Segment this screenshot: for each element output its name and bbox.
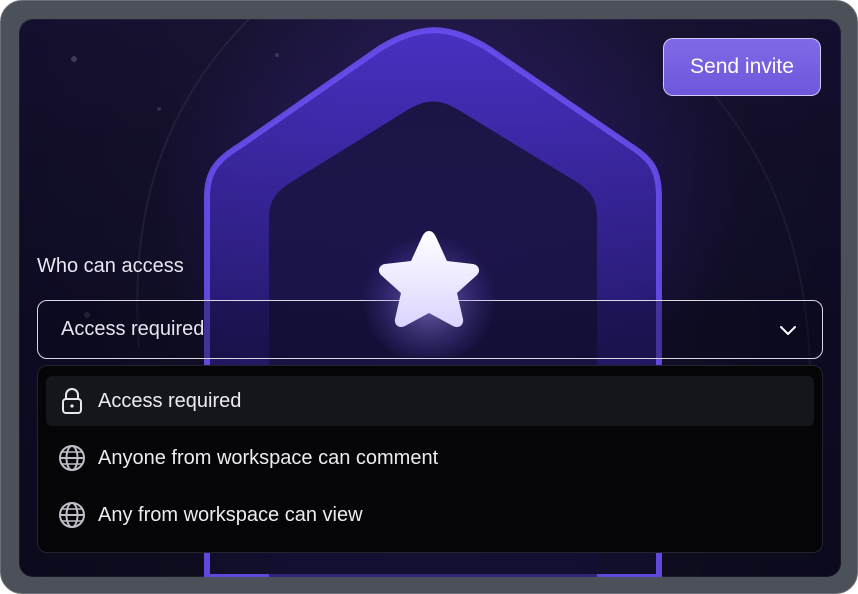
globe-icon <box>58 444 86 472</box>
lock-icon <box>58 387 86 415</box>
access-select-value: Access required <box>61 318 205 340</box>
option-workspace-comment[interactable]: Anyone from workspace can comment <box>46 433 814 483</box>
send-invite-button[interactable]: Send invite <box>663 38 821 96</box>
option-label: Any from workspace can view <box>98 503 363 526</box>
globe-icon <box>58 501 86 529</box>
chevron-down-icon <box>780 326 796 335</box>
star-icon <box>361 227 497 357</box>
who-can-access-label: Who can access <box>37 255 184 277</box>
invite-panel: Send invite Who can access Access requir… <box>19 19 841 577</box>
option-label: Anyone from workspace can comment <box>98 446 439 469</box>
option-workspace-view[interactable]: Any from workspace can view <box>46 490 814 540</box>
option-access-required[interactable]: Access required <box>46 376 814 426</box>
window-frame: Send invite Who can access Access requir… <box>0 0 858 594</box>
option-label: Access required <box>98 389 242 412</box>
access-dropdown-menu: Access required Anyone from workspace ca… <box>37 365 823 553</box>
